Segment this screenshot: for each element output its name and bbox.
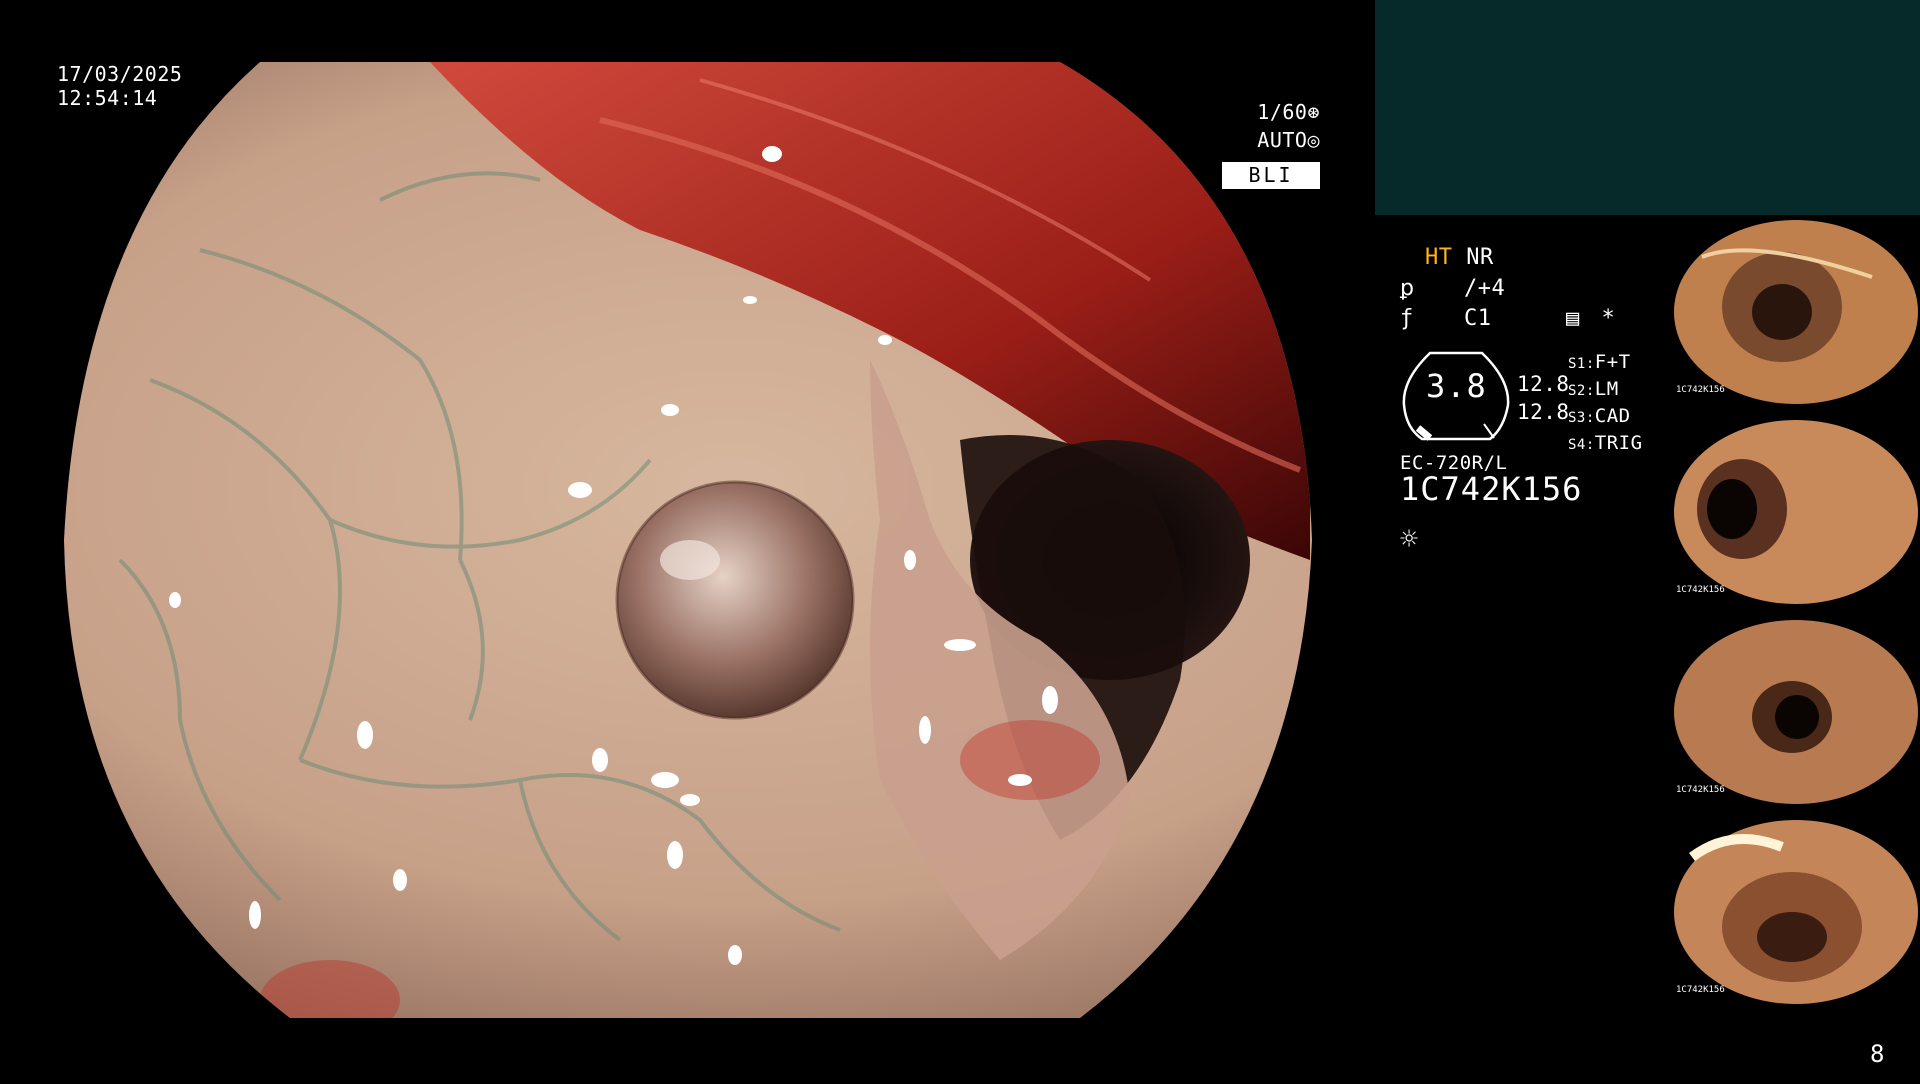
thumbnail-label: 1C742K156 (1676, 985, 1725, 995)
switch-item: S2:LM (1568, 378, 1619, 400)
color-row: ƒ C1 (1400, 307, 1492, 331)
mode-badge: BLI (1222, 162, 1320, 189)
shutter-readout: 1/60⊛ (1252, 100, 1320, 124)
iris-text: AUTO (1257, 128, 1308, 152)
thumbnail-2[interactable]: 1C742K156 (1672, 417, 1920, 607)
shutter-text: 1/60 (1257, 100, 1308, 124)
enhance-icon: ꝑ (1400, 276, 1415, 301)
thumbnail-3[interactable]: 1C742K156 (1672, 617, 1920, 807)
value-2: 12.8 (1517, 400, 1570, 424)
shutter-icon: ⊛ (1307, 100, 1320, 124)
datetime-readout: 17/03/2025 12:54:14 (57, 62, 182, 110)
time-text: 12:54:14 (57, 86, 158, 110)
enhance-row: ꝑ /+4 (1400, 277, 1505, 301)
zoom-value: 3.8 (1426, 367, 1487, 405)
enhance-value: /+4 (1464, 276, 1506, 301)
switch-item: S3:CAD (1568, 405, 1631, 427)
memory-icon: ▤ (1566, 306, 1580, 331)
thumbnail-label: 1C742K156 (1676, 585, 1725, 595)
iris-icon: ◎ (1307, 128, 1320, 152)
thumbnail-label: 1C742K156 (1676, 385, 1725, 395)
memory-row: ▤ * (1566, 307, 1615, 331)
date-text: 17/03/2025 (57, 62, 183, 86)
star-indicator: * (1601, 306, 1616, 331)
switch-item: S1:F+T (1568, 351, 1631, 373)
switch-item: S4:TRIG (1568, 432, 1643, 454)
ht-indicator: HT (1425, 245, 1453, 270)
value-1: 12.8 (1517, 372, 1570, 396)
thumbnail-1[interactable]: 1C742K156 (1672, 217, 1920, 407)
iris-readout: AUTO◎ (1252, 128, 1320, 152)
scope-serial: 1C742K156 (1400, 470, 1583, 508)
light-icon: ☼ (1400, 522, 1419, 557)
page-number: 8 (1870, 1040, 1885, 1068)
nr-indicator: NR (1466, 245, 1494, 270)
top-info-panel (1375, 0, 1920, 215)
color-value: C1 (1464, 306, 1492, 331)
switch-list: S1:F+T S2:LM S3:CAD S4:TRIG (1568, 350, 1643, 458)
color-icon: ƒ (1400, 306, 1414, 331)
thumbnail-4[interactable]: 1C742K156 (1672, 817, 1920, 1007)
ht-nr-row: HT NR (1425, 246, 1494, 270)
thumbnail-label: 1C742K156 (1676, 785, 1725, 795)
